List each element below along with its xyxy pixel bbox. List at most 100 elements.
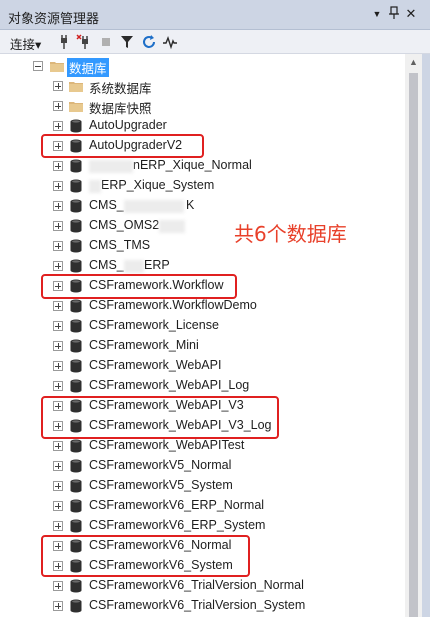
tree-node-label: CSFramework.WorkflowDemo xyxy=(89,298,257,312)
expand-toggle-icon[interactable] xyxy=(53,501,63,511)
expand-toggle-icon[interactable] xyxy=(53,301,63,311)
tree-node-database[interactable]: CSFrameworkV5_Normal xyxy=(1,456,405,476)
tree-node-label: CMS_ xyxy=(89,198,124,212)
expand-toggle-icon[interactable] xyxy=(53,581,63,591)
connect-label: 连接 xyxy=(10,37,36,52)
expand-toggle-icon[interactable] xyxy=(53,161,63,171)
auto-hide-pin-icon[interactable] xyxy=(387,6,401,22)
tree-node-database[interactable]: CSFramework_Mini xyxy=(1,336,405,356)
tree-node-database[interactable]: CSFrameworkV6_TrialVersion_System xyxy=(1,596,405,616)
tree-node-label: 数据库快照 xyxy=(89,102,152,116)
tree-node-label: CSFrameworkV5_Normal xyxy=(89,458,232,472)
database-icon xyxy=(68,238,84,254)
tree-node-label: 系统数据库 xyxy=(89,82,152,96)
database-icon xyxy=(68,578,84,594)
tree-node-label: ERP_Xique_System xyxy=(101,178,215,192)
tree-node-label: CMS_TMS xyxy=(89,238,151,252)
highlight-box xyxy=(41,274,237,299)
database-icon xyxy=(68,318,84,334)
tree-node-label: CMS_ xyxy=(89,258,124,272)
expand-toggle-icon[interactable] xyxy=(53,381,63,391)
highlight-box xyxy=(41,134,204,158)
tree-node-database[interactable]: CSFrameworkV6_ERP_Normal xyxy=(1,496,405,516)
activity-monitor-icon[interactable] xyxy=(162,34,178,50)
folder-icon xyxy=(68,78,84,94)
expand-toggle-icon[interactable] xyxy=(53,441,63,451)
expand-toggle-icon[interactable] xyxy=(53,81,63,91)
expand-toggle-icon[interactable] xyxy=(53,261,63,271)
database-icon xyxy=(68,118,84,134)
database-icon xyxy=(68,598,84,614)
tree-node-database[interactable]: ERP_Xique_System xyxy=(1,176,405,196)
tree-node-database[interactable]: CSFrameworkV5_System xyxy=(1,476,405,496)
expand-toggle-icon[interactable] xyxy=(53,221,63,231)
expand-toggle-icon[interactable] xyxy=(53,241,63,251)
tree-node-database[interactable]: CSFramework.WorkflowDemo xyxy=(1,296,405,316)
connect-dropdown-button[interactable]: 连接▾ xyxy=(10,34,41,53)
folder-icon xyxy=(49,58,65,74)
expand-toggle-icon[interactable] xyxy=(53,341,63,351)
tree-node-database[interactable]: CSFramework_WebAPI xyxy=(1,356,405,376)
tree-node-database[interactable]: CMS_ ERP xyxy=(1,256,405,276)
database-icon xyxy=(68,458,84,474)
tree-node-database[interactable]: CSFramework_WebAPITest xyxy=(1,436,405,456)
expand-toggle-icon[interactable] xyxy=(53,101,63,111)
tree-node-database[interactable]: CSFramework_WebAPI_Log xyxy=(1,376,405,396)
tree-node-database[interactable]: CSFrameworkV6_TrialVersion_Normal xyxy=(1,576,405,596)
redacted-text xyxy=(89,160,133,173)
disconnect-icon[interactable] xyxy=(76,34,92,50)
object-explorer-toolbar: 连接▾ xyxy=(0,30,430,54)
database-icon xyxy=(68,358,84,374)
tree-node-database[interactable]: CSFramework_License xyxy=(1,316,405,336)
tree-node-label: CSFramework_Mini xyxy=(89,338,199,352)
scrollbar-thumb[interactable] xyxy=(409,73,418,617)
tree-node-label: CSFrameworkV6_TrialVersion_System xyxy=(89,598,306,612)
expand-toggle-icon[interactable] xyxy=(53,121,63,131)
panel-border xyxy=(422,54,430,617)
tree-node-label: CSFrameworkV6_TrialVersion_Normal xyxy=(89,578,304,592)
tree-node-label: CSFramework_WebAPI_Log xyxy=(89,378,250,392)
folder-icon xyxy=(68,98,84,114)
expand-toggle-icon[interactable] xyxy=(53,521,63,531)
tree-node-label: AutoUpgrader xyxy=(89,118,167,132)
filter-icon[interactable] xyxy=(119,34,135,50)
expand-toggle-icon[interactable] xyxy=(53,181,63,191)
database-icon xyxy=(68,338,84,354)
tree-node-label: 数据库 xyxy=(67,58,109,77)
connect-plug-icon[interactable] xyxy=(56,34,72,50)
vertical-scrollbar[interactable]: ▲ xyxy=(405,54,422,617)
tree-node-database[interactable]: AutoUpgrader xyxy=(1,116,405,136)
tree-node-folder[interactable]: 数据库快照 xyxy=(1,96,405,116)
tree-node-label: CSFramework_WebAPI xyxy=(89,358,222,372)
tree-node-label: nERP_Xique_Normal xyxy=(133,158,252,172)
highlight-box xyxy=(41,535,250,577)
window-position-dropdown-icon[interactable]: ▼ xyxy=(370,6,384,22)
collapse-toggle-icon[interactable] xyxy=(33,61,43,71)
stop-icon[interactable] xyxy=(98,34,114,50)
tree-node-database[interactable]: CMS_ K xyxy=(1,196,405,216)
highlight-box xyxy=(41,396,279,439)
tree-node-database[interactable]: nERP_Xique_Normal xyxy=(1,156,405,176)
tree-node-label-suffix: ERP xyxy=(144,258,170,272)
database-icon xyxy=(68,298,84,314)
database-icon xyxy=(68,438,84,454)
tree-node-label: CSFrameworkV6_ERP_System xyxy=(89,518,266,532)
expand-toggle-icon[interactable] xyxy=(53,201,63,211)
expand-toggle-icon[interactable] xyxy=(53,461,63,471)
tree-node-databases[interactable]: 数据库 xyxy=(1,56,405,77)
tree-node-label: CSFrameworkV5_System xyxy=(89,478,233,492)
expand-toggle-icon[interactable] xyxy=(53,361,63,371)
tree-node-label: CSFramework_License xyxy=(89,318,219,332)
tree-node-label: CSFrameworkV6_ERP_Normal xyxy=(89,498,265,512)
database-icon xyxy=(68,218,84,234)
expand-toggle-icon[interactable] xyxy=(53,321,63,331)
annotation-text: 共6个数据库 xyxy=(234,222,347,246)
scroll-up-arrow-icon[interactable]: ▲ xyxy=(405,54,422,71)
refresh-icon[interactable] xyxy=(141,34,157,50)
redacted-text xyxy=(159,220,185,233)
tree-node-folder[interactable]: 系统数据库 xyxy=(1,76,405,96)
close-icon[interactable]: ✕ xyxy=(404,6,418,22)
expand-toggle-icon[interactable] xyxy=(53,481,63,491)
tree-node-database[interactable]: CSFrameworkV6_ERP_System xyxy=(1,516,405,536)
expand-toggle-icon[interactable] xyxy=(53,601,63,611)
